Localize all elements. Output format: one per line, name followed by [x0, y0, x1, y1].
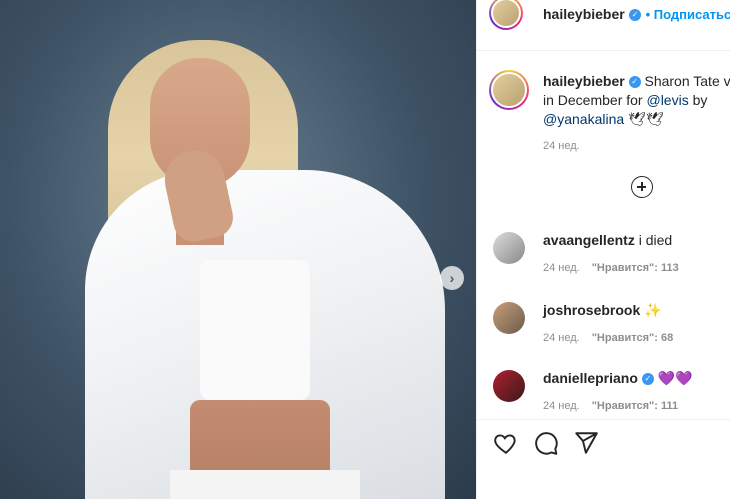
- comment-icon[interactable]: [533, 430, 559, 456]
- follow-button[interactable]: • Подписаться: [646, 7, 730, 22]
- post-header: haileybieber ✓ • Подписаться: [477, 0, 730, 51]
- share-icon[interactable]: [573, 430, 599, 456]
- next-arrow-icon[interactable]: ›: [440, 266, 464, 290]
- verified-icon: ✓: [628, 76, 641, 89]
- caption-username[interactable]: haileybieber: [543, 73, 625, 89]
- avatar[interactable]: [493, 370, 525, 402]
- avatar[interactable]: [493, 232, 525, 264]
- avatar[interactable]: [489, 0, 523, 30]
- emoji: 🕊🕊: [628, 111, 664, 127]
- post-caption: haileybieber ✓ Sharon Tate vib in Decemb…: [543, 72, 730, 129]
- caption-text: Sharon Tate vib: [644, 73, 730, 89]
- verified-icon: ✓: [641, 373, 654, 386]
- post-photo: ›: [0, 0, 476, 499]
- add-comment-icon[interactable]: [631, 176, 653, 198]
- mention-yanakalina[interactable]: @yanakalina: [543, 111, 624, 127]
- header-username[interactable]: haileybieber: [543, 6, 625, 22]
- heart-icon[interactable]: [493, 430, 519, 456]
- caption-avatar[interactable]: [489, 70, 529, 110]
- post-side-panel: haileybieber ✓ • Подписаться haileybiebe…: [476, 0, 730, 500]
- mention-levis[interactable]: @levis: [646, 92, 688, 108]
- avatar[interactable]: [493, 302, 525, 334]
- verified-icon: ✓: [629, 8, 642, 21]
- caption-time[interactable]: 24 нед.: [543, 140, 580, 152]
- action-bar: [477, 419, 730, 500]
